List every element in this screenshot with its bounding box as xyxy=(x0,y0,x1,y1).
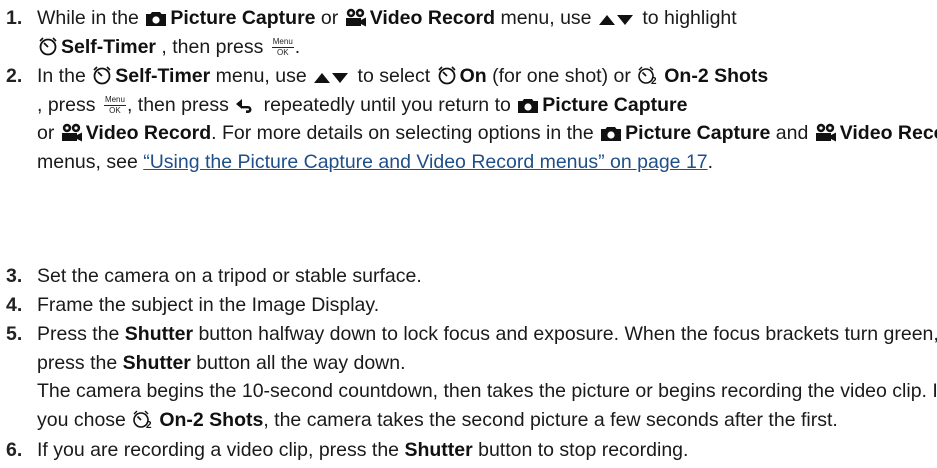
manual-page: 1. While in the Picture Capture or Video… xyxy=(0,0,937,468)
text: and xyxy=(770,122,814,144)
menu-ok-top: Menu xyxy=(103,94,126,106)
step-number: 4. xyxy=(6,294,23,316)
step-1: 1. While in the Picture Capture or Video… xyxy=(0,4,937,61)
text: (for one shot) or xyxy=(486,65,637,87)
step-5-note: The camera begins the 10-second countdow… xyxy=(37,377,937,434)
step-text: Frame the subject in the Image Display. xyxy=(37,294,380,316)
text: repeatedly until you return to xyxy=(258,93,517,116)
step-number: 1. xyxy=(6,7,23,29)
on-2-shots-term: On-2 Shots xyxy=(159,408,264,431)
page-17-link[interactable]: “Using the Picture Capture and Video Rec… xyxy=(143,151,707,173)
text: , then press xyxy=(126,93,235,116)
menu-ok-button-icon: Menu OK xyxy=(103,94,126,115)
step-5: 5. Press the Shutter button halfway down… xyxy=(0,320,937,434)
text: menu, use xyxy=(495,7,597,29)
text: . For more details on selecting options … xyxy=(211,122,600,144)
step-number: 5. xyxy=(6,323,23,345)
step-2: 2. In the Self-Timer menu, use to select… xyxy=(0,62,937,176)
step-4: 4. Frame the subject in the Image Displa… xyxy=(0,291,937,320)
text: While in the xyxy=(37,7,145,29)
step-6: 6. If you are recording a video clip, pr… xyxy=(0,436,937,465)
text: In the xyxy=(37,65,92,87)
text: button to stop recording. xyxy=(472,439,689,461)
text: . xyxy=(707,150,714,173)
svg-text:2: 2 xyxy=(146,420,152,429)
self-timer-term: Self-Timer xyxy=(61,35,157,58)
menu-ok-bottom: OK xyxy=(109,105,121,115)
video-record-term: Video Record xyxy=(85,122,212,144)
on-2-shots-term: On-2 Shots xyxy=(664,65,769,87)
text: to highlight xyxy=(636,7,737,29)
picture-capture-term: Picture Capture xyxy=(542,93,688,116)
self-timer-icon xyxy=(38,36,58,56)
video-camera-icon xyxy=(61,123,83,142)
video-record-term: Video Record xyxy=(839,122,937,144)
text: , the camera takes the second picture a … xyxy=(263,408,838,431)
video-camera-icon xyxy=(815,123,837,142)
text: button all the way down. xyxy=(190,351,406,374)
step-number: 2. xyxy=(6,65,23,87)
text: to select xyxy=(352,65,436,87)
camera-icon xyxy=(145,10,167,27)
picture-capture-term: Picture Capture xyxy=(170,7,316,29)
step-text: Set the camera on a tripod or stable sur… xyxy=(37,265,422,287)
text: Press the xyxy=(37,323,125,345)
menu-ok-top: Menu xyxy=(271,36,294,48)
text: If you are recording a video clip, press… xyxy=(37,439,405,461)
text: or xyxy=(37,122,60,144)
camera-icon xyxy=(600,125,622,142)
text: menus, see xyxy=(37,150,144,173)
text: or xyxy=(315,7,344,29)
step-number: 6. xyxy=(6,439,23,461)
self-timer-2-shots-icon: 2 xyxy=(637,65,661,85)
menu-ok-bottom: OK xyxy=(276,47,289,57)
self-timer-2-shots-icon: 2 xyxy=(132,409,156,429)
back-arrow-icon xyxy=(235,98,255,114)
svg-text:2: 2 xyxy=(651,76,657,85)
up-down-arrows-icon xyxy=(313,71,349,85)
shutter-term: Shutter xyxy=(124,323,194,345)
on-term: On xyxy=(459,65,487,87)
shutter-term: Shutter xyxy=(122,351,191,374)
step-3: 3. Set the camera on a tripod or stable … xyxy=(0,262,937,291)
camera-icon xyxy=(517,97,539,114)
text: . xyxy=(294,35,301,58)
self-timer-icon xyxy=(92,65,112,85)
self-timer-icon xyxy=(437,65,457,85)
text: menu, use xyxy=(210,65,313,87)
video-camera-icon xyxy=(345,8,367,27)
up-down-arrows-icon xyxy=(598,13,634,27)
video-record-term: Video Record xyxy=(369,7,496,29)
text: , then press xyxy=(156,35,269,58)
self-timer-term: Self-Timer xyxy=(115,65,211,87)
step-number: 3. xyxy=(6,265,23,287)
menu-ok-button-icon: Menu OK xyxy=(271,36,294,57)
text: , press xyxy=(37,93,101,116)
shutter-term: Shutter xyxy=(404,439,473,461)
picture-capture-term: Picture Capture xyxy=(625,122,771,144)
